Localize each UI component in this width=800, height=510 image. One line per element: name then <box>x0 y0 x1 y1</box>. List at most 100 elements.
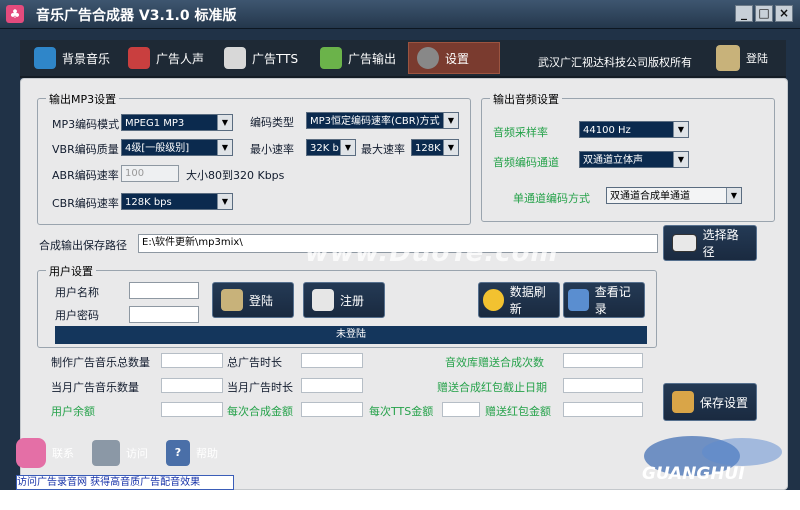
select-value: MP3恒定编码速率(CBR)方式 <box>310 116 440 127</box>
vbr-quality-label: VBR编码质量 <box>52 143 119 156</box>
gift-expire-value <box>563 378 643 393</box>
user-login-button[interactable]: 登陆 <box>212 282 294 318</box>
chevron-down-icon: ▼ <box>673 152 688 167</box>
max-rate-select[interactable]: 128K ▼ <box>411 139 459 156</box>
keys-icon <box>716 45 740 71</box>
chevron-down-icon: ▼ <box>217 140 232 155</box>
chevron-down-icon: ▼ <box>673 122 688 137</box>
button-label: 保存设置 <box>700 395 749 410</box>
select-value: 128K <box>415 143 441 154</box>
db-gift-value <box>563 353 643 368</box>
button-label: 选择路径 <box>702 228 739 259</box>
chevron-down-icon: ▼ <box>726 188 741 203</box>
logo-text: GUANGHUI <box>642 464 745 484</box>
tab-settings[interactable]: 设置 <box>408 42 500 74</box>
sample-rate-select[interactable]: 44100 Hz ▼ <box>579 121 689 138</box>
register-document-icon <box>312 289 334 311</box>
marquee-link[interactable]: 访问广告录音网 获得高音质广告配音效果 <box>16 475 234 490</box>
save-settings-button[interactable]: 保存设置 <box>663 383 757 421</box>
button-label: 数据刷新 <box>509 285 546 316</box>
username-label: 用户名称 <box>55 286 99 299</box>
gear-icon <box>417 47 439 69</box>
data-refresh-button[interactable]: 数据刷新 <box>478 282 560 318</box>
main-window: ♣ 音乐广告合成器 V3.1.0 标准版 _ □ × 背景音乐 广告人声 广告T… <box>0 0 800 490</box>
gift-amount-label: 赠送红包金额 <box>485 405 551 418</box>
gift-expire-label: 赠送合成红包截止日期 <box>437 381 547 394</box>
password-input[interactable] <box>129 306 199 323</box>
close-button[interactable]: × <box>775 5 793 22</box>
login-status-bar: 未登陆 <box>55 326 647 344</box>
save-disk-icon <box>672 391 694 413</box>
login-label: 登陆 <box>746 52 768 65</box>
header-login-button[interactable]: 登陆 <box>716 45 768 71</box>
mp3-folder-icon <box>672 234 697 252</box>
gift-amount-value <box>563 402 643 417</box>
tab-ad-voice[interactable]: 广告人声 <box>120 42 212 74</box>
select-value: 双通道立体声 <box>583 155 643 166</box>
watermark-text: www.DuoTe.com <box>305 238 559 268</box>
channel-select[interactable]: 双通道立体声 ▼ <box>579 151 689 168</box>
contact-link[interactable]: 联系 <box>16 438 74 468</box>
help-link[interactable]: ? 帮助 <box>166 440 218 466</box>
smiley-icon <box>483 289 504 311</box>
house-icon <box>92 440 120 466</box>
link-label: 帮助 <box>196 447 218 460</box>
tab-label: 广告输出 <box>348 51 397 66</box>
tab-background-music[interactable]: 背景音乐 <box>26 42 118 74</box>
total-duration-label: 总广告时长 <box>227 356 282 369</box>
mp3-mode-label: MP3编码模式 <box>52 118 120 131</box>
per-amount-label: 每次合成金额 <box>227 405 293 418</box>
copyright-text: 武汉广汇视达科技公司版权所有 <box>538 56 692 69</box>
vbr-quality-select[interactable]: 4级[一般级别] ▼ <box>121 139 233 156</box>
pig-icon <box>16 438 46 468</box>
cbr-rate-select[interactable]: 128K bps ▼ <box>121 193 233 210</box>
view-records-button[interactable]: 查看记录 <box>563 282 645 318</box>
maximize-button[interactable]: □ <box>755 5 773 22</box>
app-pig-icon: ♣ <box>6 5 24 23</box>
output-path-label: 合成输出保存路径 <box>39 239 127 252</box>
min-rate-select[interactable]: 32K b ▼ <box>306 139 356 156</box>
minimize-button[interactable]: _ <box>735 5 753 22</box>
abr-rate-hint: 大小80到320 Kbps <box>186 169 285 182</box>
abr-rate-input[interactable]: 100 <box>121 165 179 182</box>
chevron-down-icon: ▼ <box>340 140 355 155</box>
per-tts-value <box>442 402 480 417</box>
group-title: 输出MP3设置 <box>46 91 120 107</box>
visit-link[interactable]: 访问 <box>92 440 148 466</box>
chevron-down-icon: ▼ <box>217 194 232 209</box>
select-value: 44100 Hz <box>583 125 631 136</box>
min-rate-label: 最小速率 <box>250 143 294 156</box>
link-label: 联系 <box>52 447 74 460</box>
month-duration-label: 当月广告时长 <box>227 381 293 394</box>
tab-ad-output[interactable]: 广告输出 <box>312 42 404 74</box>
per-tts-label: 每次TTS金额 <box>369 405 434 418</box>
link-label: 访问 <box>126 447 148 460</box>
button-label: 登陆 <box>249 293 274 308</box>
help-icon: ? <box>166 440 190 466</box>
cbr-rate-label: CBR编码速率 <box>52 197 119 210</box>
select-value: 128K bps <box>125 197 172 208</box>
mp3-mode-select[interactable]: MPEG1 MP3 ▼ <box>121 114 233 131</box>
bottom-strip <box>0 490 800 510</box>
balance-label: 用户余额 <box>51 405 95 418</box>
register-button[interactable]: 注册 <box>303 282 385 318</box>
total-count-value <box>161 353 223 368</box>
username-input[interactable] <box>129 282 199 299</box>
tts-document-icon <box>224 47 246 69</box>
sample-rate-label: 音频采样率 <box>493 126 548 139</box>
tab-label: 设置 <box>445 51 470 66</box>
select-value: 4级[一般级别] <box>125 143 190 154</box>
choose-path-button[interactable]: 选择路径 <box>663 225 757 261</box>
title-bar: ♣ 音乐广告合成器 V3.1.0 标准版 _ □ × <box>0 0 800 29</box>
mono-mode-select[interactable]: 双通道合成单通道 ▼ <box>606 187 742 204</box>
total-duration-value <box>301 353 363 368</box>
encode-type-select[interactable]: MP3恒定编码速率(CBR)方式 ▼ <box>306 112 459 129</box>
records-user-icon <box>568 289 589 311</box>
tab-ad-tts[interactable]: 广告TTS <box>216 42 308 74</box>
music-folder-icon <box>34 47 56 69</box>
max-rate-label: 最大速率 <box>361 143 405 156</box>
abr-rate-label: ABR编码速率 <box>52 169 119 182</box>
select-value: 32K b <box>310 143 339 154</box>
select-value: 双通道合成单通道 <box>610 191 690 202</box>
output-blocks-icon <box>320 47 342 69</box>
